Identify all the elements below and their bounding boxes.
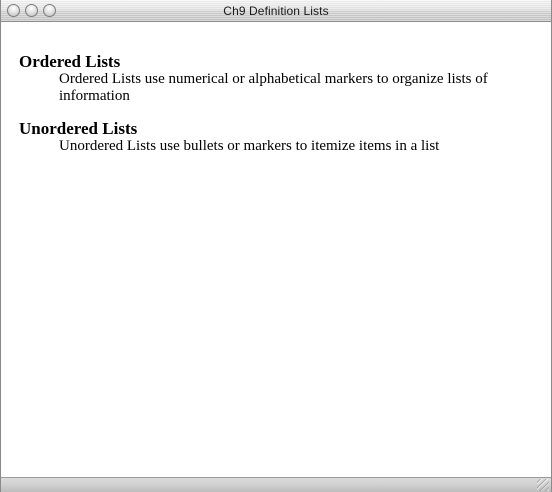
window-statusbar (1, 477, 551, 492)
definition-term-ordered-lists: Ordered Lists (19, 52, 121, 71)
definition-description-ordered-lists: Ordered Lists use numerical or alphabeti… (59, 71, 488, 104)
window-title: Ch9 Definition Lists (223, 4, 329, 18)
browser-window: Ch9 Definition Lists Ordered Lists Order… (0, 0, 552, 492)
definition-term-unordered-lists: Unordered Lists (19, 119, 138, 138)
definition-description-unordered-lists: Unordered Lists use bullets or markers t… (59, 138, 440, 154)
definition-list: Ordered Lists Ordered Lists use numerica… (19, 52, 551, 155)
window-titlebar[interactable]: Ch9 Definition Lists (1, 0, 551, 22)
resize-grip-icon[interactable] (537, 479, 549, 491)
page-content: Ordered Lists Ordered Lists use numerica… (1, 23, 551, 463)
